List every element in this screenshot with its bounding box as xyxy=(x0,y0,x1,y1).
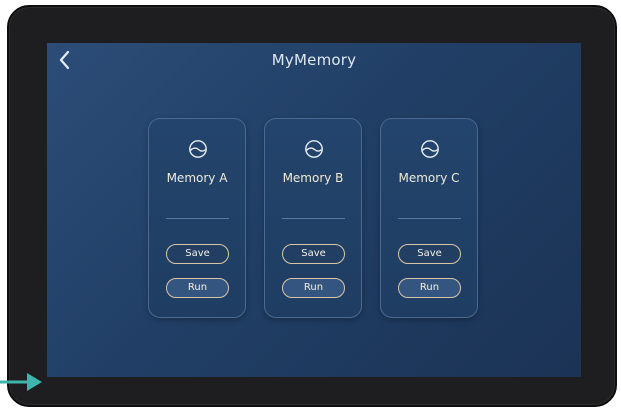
run-button[interactable]: Run xyxy=(166,278,229,298)
memory-card-title: Memory C xyxy=(398,171,460,185)
memory-wave-icon xyxy=(305,140,323,158)
memory-card-a: Memory A Save Run xyxy=(148,118,246,318)
memory-card-b: Memory B Save Run xyxy=(264,118,362,318)
pointer-arrow-icon xyxy=(0,373,42,391)
run-button[interactable]: Run xyxy=(398,278,461,298)
card-divider xyxy=(166,218,229,219)
page-title: MyMemory xyxy=(271,51,357,69)
card-divider xyxy=(398,218,461,219)
save-button[interactable]: Save xyxy=(398,244,461,264)
memory-card-title: Memory A xyxy=(166,171,228,185)
app-screen: MyMemory Memory A Save Run Memory B Save… xyxy=(47,43,581,377)
save-button[interactable]: Save xyxy=(282,244,345,264)
run-button[interactable]: Run xyxy=(282,278,345,298)
memory-wave-icon xyxy=(189,140,207,158)
memory-wave-icon xyxy=(421,140,439,158)
card-divider xyxy=(282,218,345,219)
memory-card-c: Memory C Save Run xyxy=(380,118,478,318)
save-button[interactable]: Save xyxy=(166,244,229,264)
memory-card-title: Memory B xyxy=(282,171,344,185)
